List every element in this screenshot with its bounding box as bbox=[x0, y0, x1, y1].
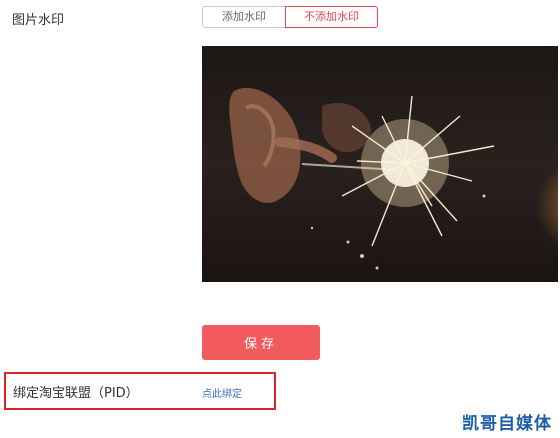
pid-highlight-box: 绑定淘宝联盟（PID） 点此绑定 bbox=[4, 372, 276, 410]
watermark-toggle: 添加水印 不添加水印 bbox=[202, 6, 378, 28]
add-watermark-option[interactable]: 添加水印 bbox=[202, 6, 285, 28]
sparkler-illustration bbox=[229, 87, 495, 270]
preview-image bbox=[202, 46, 558, 282]
bind-pid-link[interactable]: 点此绑定 bbox=[202, 385, 242, 400]
watermark-label: 图片水印 bbox=[12, 13, 65, 28]
no-watermark-option[interactable]: 不添加水印 bbox=[285, 6, 378, 28]
brand-watermark: 凯哥自媒体 bbox=[462, 414, 552, 434]
pid-label: 绑定淘宝联盟（PID） bbox=[13, 386, 139, 401]
save-button[interactable]: 保存 bbox=[202, 325, 320, 360]
